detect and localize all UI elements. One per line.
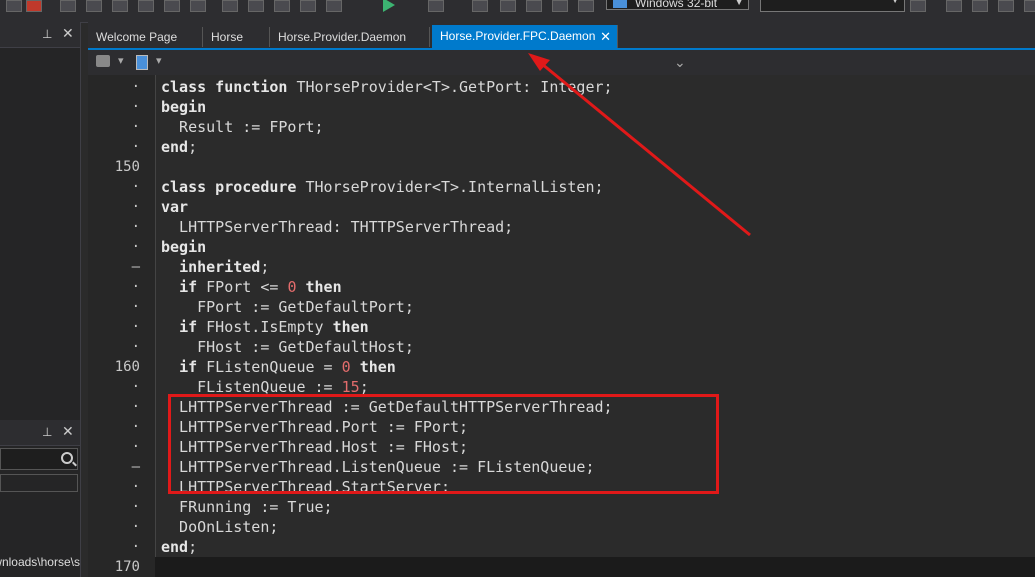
annotation-arrow: [528, 53, 751, 237]
